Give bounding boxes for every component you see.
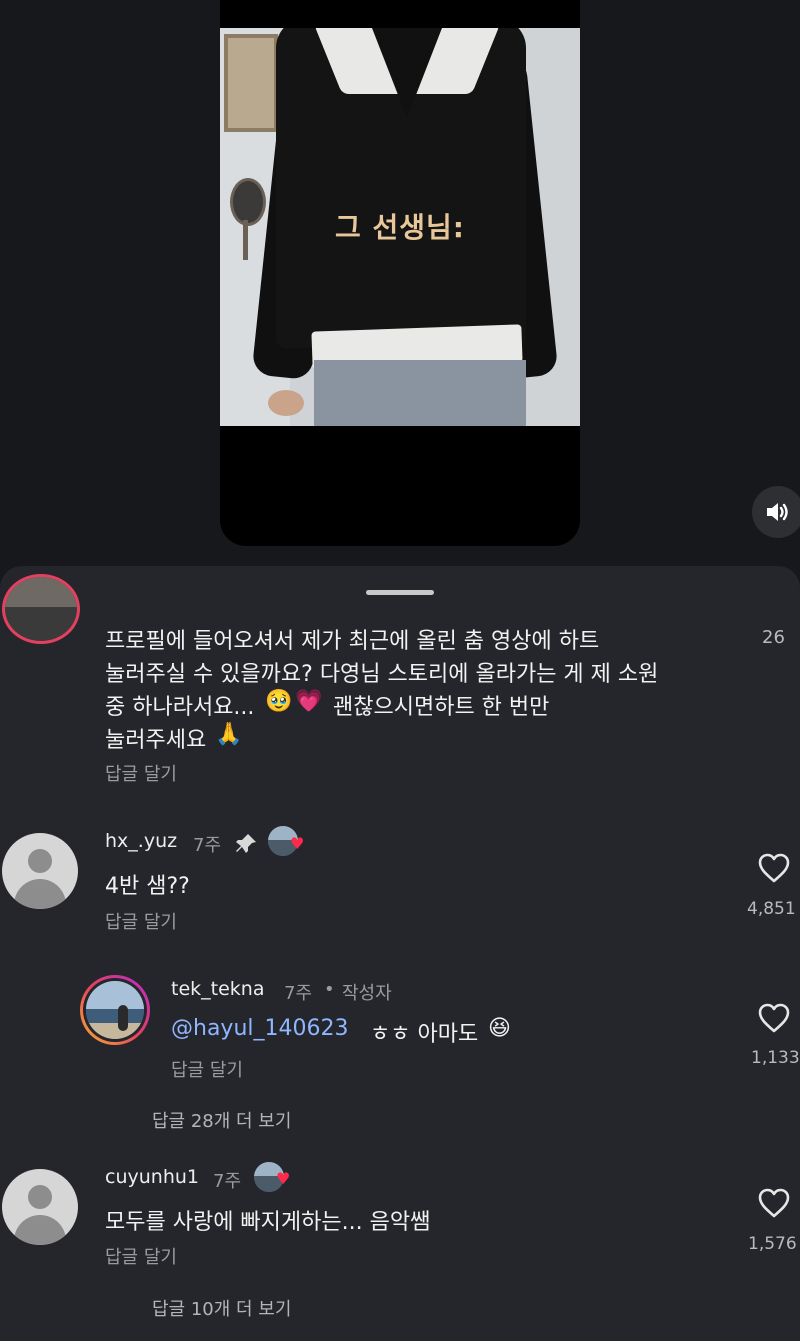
reply-time: 7주 xyxy=(284,983,313,1004)
comment-time: 7주 xyxy=(213,1171,242,1192)
comments-sheet: 프로필에 들어오셔서 제가 최근에 올린 춤 영상에 하트 눌러주실 수 있을까… xyxy=(0,566,800,1341)
teary-face-emoji: 🥹 xyxy=(265,689,293,714)
heart-icon: ♥ xyxy=(276,1169,291,1188)
sound-toggle-button[interactable] xyxy=(752,486,800,538)
like-count: 4,851 xyxy=(747,899,796,919)
grinning-squint-emoji: 😆 xyxy=(488,1016,511,1041)
heart-outline-icon[interactable] xyxy=(757,1002,791,1034)
hand xyxy=(268,390,304,416)
video-area: 그 선생님: xyxy=(0,0,800,580)
author-tag: 작성자 xyxy=(342,983,392,1004)
comment-text: 모두를 사랑에 빠지게하는... 음악쌤 xyxy=(105,1210,431,1235)
video-caption: 그 선생님: xyxy=(335,211,465,244)
reply-button[interactable]: 답글 달기 xyxy=(105,760,177,786)
sheet-drag-handle[interactable] xyxy=(366,590,434,595)
like-count: 1,133 xyxy=(751,1048,800,1068)
reply-button[interactable]: 답글 달기 xyxy=(171,1056,243,1082)
view-more-replies-button[interactable]: 답글 28개 더 보기 xyxy=(152,1107,291,1133)
view-more-replies-button[interactable]: 답글 10개 더 보기 xyxy=(152,1295,291,1321)
reply-text: ㅎㅎ 아마도 xyxy=(370,1022,479,1047)
comment-text-line: 괜찮으시면하트 한 번만 xyxy=(333,695,550,720)
commenter-avatar[interactable] xyxy=(2,1169,78,1245)
speaker-icon xyxy=(767,503,788,521)
comment-time: 7주 xyxy=(193,835,222,856)
praying-hands-emoji: 🙏 xyxy=(215,722,243,747)
like-count: 26 xyxy=(762,627,785,648)
heart-outline-icon[interactable] xyxy=(757,1187,791,1219)
separator-dot: • xyxy=(324,979,335,1000)
heart-emoji: 💗 xyxy=(295,689,323,714)
commenter-avatar[interactable] xyxy=(80,975,150,1045)
video-frame: 그 선생님: xyxy=(220,28,580,426)
comment-text-line: 프로필에 들어오셔서 제가 최근에 올린 춤 영상에 하트 xyxy=(105,629,600,654)
commenter-avatar[interactable] xyxy=(2,833,78,909)
video-player[interactable]: 그 선생님: xyxy=(220,0,580,546)
reply-mention[interactable]: @hayul_140623 xyxy=(171,1016,348,1041)
comment-text-line: 눌러주실 수 있을까요? 다영님 스토리에 올라가는 게 제 소원 xyxy=(105,662,659,687)
like-count: 1,576 xyxy=(748,1234,797,1254)
jeans xyxy=(314,360,526,426)
heart-icon: ♥ xyxy=(290,834,305,853)
comment-username[interactable]: hx_.yuz xyxy=(105,830,177,852)
pin-icon xyxy=(236,834,256,853)
reply-username[interactable]: tek_tekna xyxy=(171,978,264,1000)
commenter-avatar[interactable] xyxy=(2,574,80,644)
comment-text-line: 중 하나라서요... xyxy=(105,695,255,720)
comment-text: 4반 샘?? xyxy=(105,874,190,899)
picture-frame-decor xyxy=(224,34,278,132)
mention-link[interactable]: @hayul_140623 xyxy=(171,1016,348,1041)
reply-button[interactable]: 답글 달기 xyxy=(105,908,177,934)
comment-username[interactable]: cuyunhu1 xyxy=(105,1166,199,1188)
heart-outline-icon[interactable] xyxy=(757,852,791,884)
comment-text-line: 눌러주세요 xyxy=(105,728,207,753)
reply-button[interactable]: 답글 달기 xyxy=(105,1243,177,1269)
